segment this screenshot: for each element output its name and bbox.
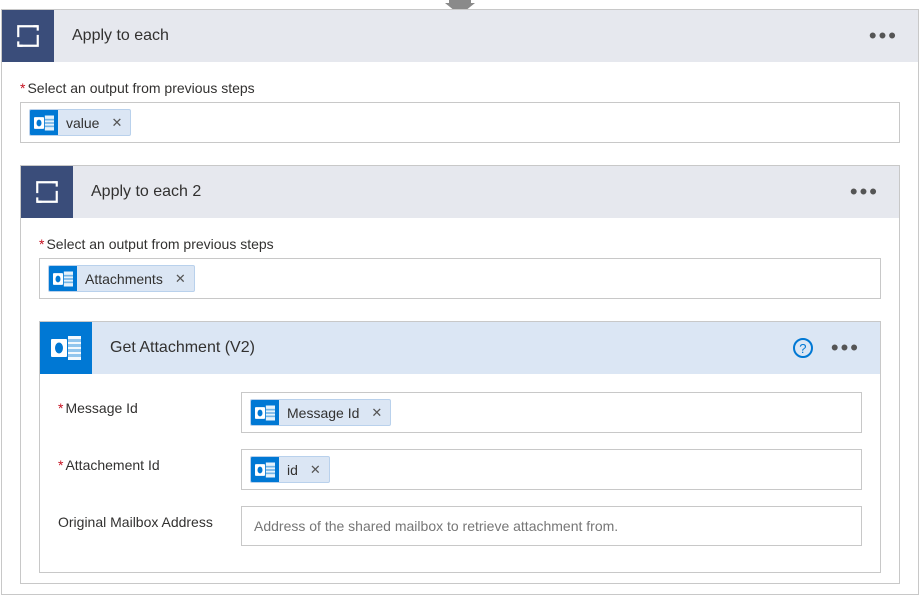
apply-to-each-card: Apply to each ••• *Select an output from… [1, 9, 919, 595]
help-icon[interactable]: ? [793, 338, 813, 358]
get-attachment-header[interactable]: Get Attachment (V2) ? ••• [40, 322, 880, 374]
field-row-attachment-id: *Attachement Id [58, 449, 862, 490]
loop-icon [21, 166, 73, 218]
field-label: *Attachement Id [58, 449, 223, 473]
token-label: Message Id [279, 402, 367, 424]
apply-to-each-2-card: Apply to each 2 ••• *Select an output fr… [20, 165, 900, 584]
dynamic-token-value[interactable]: value ✕ [29, 109, 131, 136]
attachment-id-input[interactable]: id ✕ [241, 449, 862, 490]
more-menu-icon[interactable]: ••• [869, 25, 898, 47]
outlook-icon [251, 400, 279, 425]
token-label: Attachments [77, 268, 171, 290]
output-input[interactable]: value ✕ [20, 102, 900, 143]
required-asterisk: * [39, 236, 44, 252]
output-input[interactable]: Attachments ✕ [39, 258, 881, 299]
token-label: value [58, 112, 107, 134]
card-title: Get Attachment (V2) [92, 339, 793, 357]
loop-icon [2, 10, 54, 62]
output-label: *Select an output from previous steps [20, 80, 900, 96]
field-label: *Message Id [58, 392, 223, 416]
required-asterisk: * [58, 400, 63, 416]
output-label: *Select an output from previous steps [39, 236, 881, 252]
more-menu-icon[interactable]: ••• [850, 181, 879, 203]
dynamic-token-attachments[interactable]: Attachments ✕ [48, 265, 195, 292]
remove-token-icon[interactable]: ✕ [107, 115, 130, 131]
token-label: id [279, 459, 306, 481]
outlook-connector-icon [40, 322, 92, 374]
dynamic-token-id[interactable]: id ✕ [250, 456, 330, 483]
more-menu-icon[interactable]: ••• [831, 337, 860, 359]
message-id-input[interactable]: Message Id ✕ [241, 392, 862, 433]
remove-token-icon[interactable]: ✕ [306, 462, 329, 478]
card-title: Apply to each [54, 27, 869, 45]
field-row-message-id: * Message Id [58, 392, 862, 433]
field-label: Original Mailbox Address [58, 506, 223, 530]
outlook-icon [30, 110, 58, 135]
outlook-icon [49, 266, 77, 291]
required-asterisk: * [58, 457, 63, 473]
mailbox-address-input[interactable]: Address of the shared mailbox to retriev… [241, 506, 862, 546]
field-row-mailbox: Original Mailbox Address Address of the … [58, 506, 862, 546]
get-attachment-card: Get Attachment (V2) ? ••• [39, 321, 881, 573]
apply-to-each-2-header[interactable]: Apply to each 2 ••• [21, 166, 899, 218]
remove-token-icon[interactable]: ✕ [367, 405, 390, 421]
apply-to-each-header[interactable]: Apply to each ••• [2, 10, 918, 62]
remove-token-icon[interactable]: ✕ [171, 271, 194, 287]
dynamic-token-message-id[interactable]: Message Id ✕ [250, 399, 391, 426]
card-title: Apply to each 2 [73, 183, 850, 201]
connector-arrow [1, 0, 919, 9]
required-asterisk: * [20, 80, 25, 96]
outlook-icon [251, 457, 279, 482]
